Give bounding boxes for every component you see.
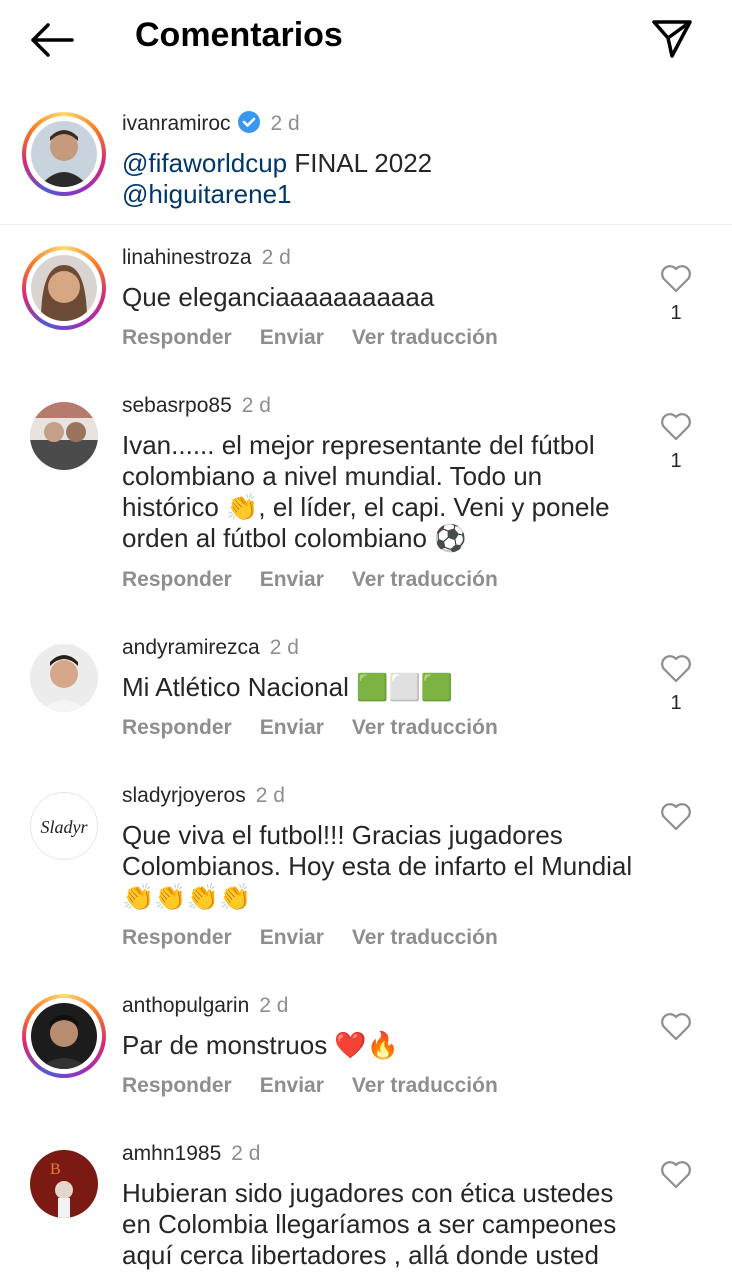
translate-button[interactable]: Ver traducción xyxy=(352,1074,498,1097)
heart-icon[interactable] xyxy=(660,1160,692,1190)
username[interactable]: andyramirezca xyxy=(122,636,260,659)
comment-actions: Responder Enviar Ver traducción xyxy=(122,926,526,950)
verified-badge-icon xyxy=(237,110,261,134)
translate-button[interactable]: Ver traducción xyxy=(352,926,498,949)
send-button[interactable]: Enviar xyxy=(260,568,324,591)
timestamp: 2 d xyxy=(261,246,291,269)
top-bar: Comentarios xyxy=(0,0,732,78)
send-button[interactable]: Enviar xyxy=(260,716,324,739)
timestamp: 2 d xyxy=(241,394,271,417)
username[interactable]: anthopulgarin xyxy=(122,994,249,1017)
like-count: 1 xyxy=(670,450,682,472)
post-caption: ivanramiroc 2 d @fifaworldcup FINAL 2022 … xyxy=(0,100,732,225)
send-button[interactable]: Enviar xyxy=(260,326,324,349)
send-button[interactable]: Enviar xyxy=(260,926,324,949)
brand-logo: Sladyr xyxy=(41,817,89,837)
back-arrow-icon[interactable] xyxy=(28,20,76,60)
timestamp: 2 d xyxy=(259,994,289,1017)
comment-text: Par de monstruos ❤️🔥 xyxy=(122,1030,400,1060)
avatar[interactable] xyxy=(30,644,98,712)
comment-text: Ivan...... el mejor representante del fú… xyxy=(122,430,610,553)
comment-text: Que eleganciaaaaaaaaaaa xyxy=(122,282,435,312)
heart-icon[interactable] xyxy=(660,654,692,684)
timestamp: 2 d xyxy=(270,112,300,135)
svg-text:B: B xyxy=(50,1161,61,1178)
timestamp: 2 d xyxy=(255,784,285,807)
username[interactable]: sladyrjoyeros xyxy=(122,784,246,807)
page-title: Comentarios xyxy=(135,16,343,54)
translate-button[interactable]: Ver traducción xyxy=(352,568,498,591)
heart-icon[interactable] xyxy=(660,1012,692,1042)
reply-button[interactable]: Responder xyxy=(122,568,232,591)
caption-body: FINAL 2022 xyxy=(287,148,433,178)
username[interactable]: ivanramiroc xyxy=(122,112,231,135)
reply-button[interactable]: Responder xyxy=(122,1074,232,1097)
reply-button[interactable]: Responder xyxy=(122,716,232,739)
avatar[interactable] xyxy=(22,246,106,330)
like-count: 1 xyxy=(670,692,682,714)
heart-icon[interactable] xyxy=(660,802,692,832)
comment-actions: Responder Enviar Ver traducción xyxy=(122,1074,526,1098)
comment-text: Hubieran sido jugadores con ética ustede… xyxy=(122,1178,617,1270)
comment-actions: Responder Enviar Ver traducción xyxy=(122,326,526,350)
username[interactable]: sebasrpo85 xyxy=(122,394,232,417)
reply-button[interactable]: Responder xyxy=(122,926,232,949)
avatar[interactable]: B xyxy=(30,1150,98,1218)
translate-button[interactable]: Ver traducción xyxy=(352,326,498,349)
reply-button[interactable]: Responder xyxy=(122,326,232,349)
comment-text: Que viva el futbol!!! Gracias jugadores … xyxy=(122,820,633,912)
mention-link[interactable]: @fifaworldcup xyxy=(122,148,287,178)
avatar[interactable] xyxy=(22,112,106,196)
avatar[interactable] xyxy=(30,402,98,470)
username[interactable]: linahinestroza xyxy=(122,246,252,269)
timestamp: 2 d xyxy=(231,1142,261,1165)
username[interactable]: amhn1985 xyxy=(122,1142,221,1165)
direct-send-icon[interactable] xyxy=(648,14,696,62)
comment-actions: Responder Enviar Ver traducción xyxy=(122,568,526,592)
send-button[interactable]: Enviar xyxy=(260,1074,324,1097)
heart-icon[interactable] xyxy=(660,264,692,294)
like-count: 1 xyxy=(670,302,682,324)
mention-link[interactable]: @higuitarene1 xyxy=(122,179,292,209)
avatar[interactable] xyxy=(22,994,106,1078)
timestamp: 2 d xyxy=(269,636,299,659)
comment-text: Mi Atlético Nacional 🟩⬜🟩 xyxy=(122,672,454,702)
heart-icon[interactable] xyxy=(660,412,692,442)
comment-actions: Responder Enviar Ver traducción xyxy=(122,716,526,740)
avatar[interactable]: Sladyr xyxy=(30,792,98,860)
caption-text: @fifaworldcup FINAL 2022 @higuitarene1 xyxy=(122,148,642,210)
translate-button[interactable]: Ver traducción xyxy=(352,716,498,739)
